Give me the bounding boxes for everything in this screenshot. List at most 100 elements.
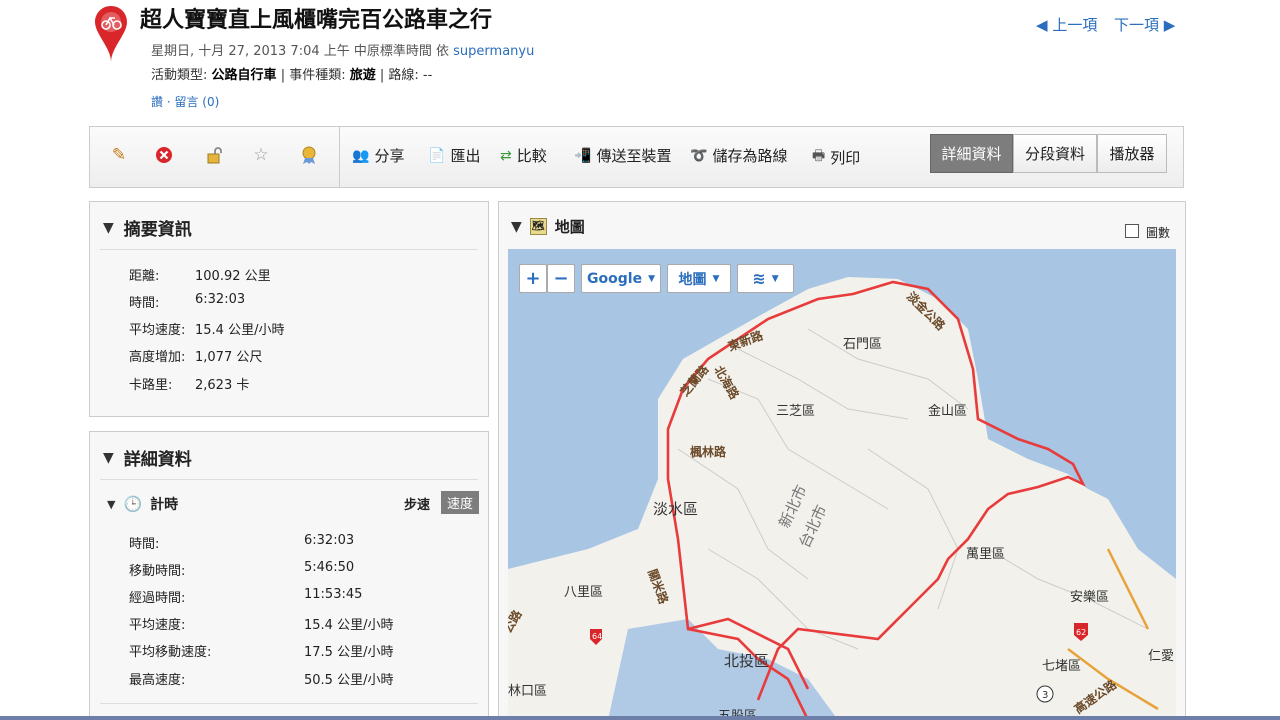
event-type-value[interactable]: 旅遊 [350, 68, 376, 83]
next-link[interactable]: 下一項 ▶ [1114, 14, 1175, 35]
collapse-triangle-icon: ▼ [107, 497, 116, 511]
social-links: 讚 · 留言 (0) [151, 95, 220, 109]
map-place: 仁愛 [1148, 649, 1174, 664]
details-row-value: 5:46:50 [304, 560, 355, 575]
comments-link[interactable]: 留言 (0) [174, 95, 219, 109]
details-divider [100, 479, 478, 480]
save-course-label: 儲存為路線 [712, 147, 788, 165]
delete-icon[interactable] [153, 144, 175, 166]
compare-label: 比較 [516, 147, 547, 165]
zoom-out-button[interactable]: − [547, 264, 575, 293]
compare-arrows-icon: ⇄ [500, 147, 512, 164]
speed-toggle[interactable]: 速度 [441, 491, 479, 514]
course-route-icon: ➰ [690, 147, 708, 164]
map-place: 金山區 [928, 403, 967, 419]
details-row-label: 平均移動速度: [129, 645, 212, 660]
summary-row-label: 距離: [129, 269, 160, 284]
activity-date: 星期日, 十月 27, 2013 7:04 上午 中原標準時間 依 superm… [151, 40, 534, 59]
edit-pencil-icon[interactable]: ✎ [108, 144, 130, 166]
summary-row-value: 15.4 公里/小時 [195, 323, 285, 338]
activity-type-value[interactable]: 公路自行車 [212, 68, 277, 83]
map-place: 北投區 [724, 652, 769, 670]
window-bottom-edge [0, 716, 1280, 720]
route-shield-number: 62 [1076, 628, 1086, 637]
printer-icon: 🖶 [812, 148, 826, 164]
print-label: 列印 [830, 148, 861, 167]
details-row-value: 15.4 公里/小時 [304, 618, 394, 633]
export-label: 匯出 [450, 147, 481, 165]
unlock-icon[interactable] [204, 144, 226, 166]
collapse-triangle-icon: ▼ [103, 449, 114, 466]
summary-header[interactable]: ▼ 摘要資訊 [103, 215, 192, 241]
route-shield-number: 64 [592, 632, 602, 641]
map-place: 八里區 [564, 585, 603, 600]
compare-button[interactable]: ⇄ 比較 [500, 145, 547, 166]
details-row-label: 平均速度: [129, 618, 186, 633]
like-link[interactable]: 讚 [151, 95, 163, 109]
print-button[interactable]: 🖶 列印 [812, 145, 860, 169]
map-place: 七堵區 [1042, 659, 1081, 674]
chevron-down-icon: ▼ [648, 273, 655, 284]
chevron-down-icon: ▼ [771, 273, 779, 284]
previous-link[interactable]: ◀ 上一項 [1036, 14, 1097, 35]
timing-section-header[interactable]: ▼ 🕒 計時 [107, 494, 178, 514]
details-title: 詳細資料 [123, 450, 192, 470]
activity-meta: 活動類型: 公路自行車 | 事件種類: 旅遊 | 路線: -- [151, 64, 432, 83]
collapse-triangle-icon: ▼ [103, 219, 114, 236]
chevron-down-icon: ▼ [712, 273, 720, 284]
toolbar-divider [339, 127, 340, 187]
summary-row-value: 1,077 公尺 [195, 350, 263, 365]
summary-row-value: 100.92 公里 [195, 269, 271, 284]
details-row-label: 經過時間: [129, 591, 186, 606]
route-map[interactable]: 石門區 三芝區 金山區 淡水區 萬里區 八里區 北投區 安樂區 七堵區 仁愛 林… [508, 249, 1176, 720]
summary-title: 摘要資訊 [123, 220, 192, 240]
map-title: 地圖 [554, 218, 585, 236]
details-row-value: 6:32:03 [304, 533, 355, 548]
summary-divider [100, 249, 478, 250]
badge-award-icon[interactable] [298, 144, 320, 166]
details-row-label: 最高速度: [129, 673, 186, 688]
details-row-value: 50.5 公里/小時 [304, 673, 394, 688]
author-link[interactable]: supermanyu [453, 44, 534, 59]
pace-toggle[interactable]: 步速 [404, 494, 430, 513]
tab-player[interactable]: 播放器 [1097, 134, 1167, 173]
route-shield-number: 3 [1042, 690, 1048, 701]
map-type-label: 地圖 [678, 271, 707, 288]
map-canvas: 石門區 三芝區 金山區 淡水區 萬里區 八里區 北投區 安樂區 七堵區 仁愛 林… [508, 249, 1176, 720]
activity-type-label: 活動類型: [151, 68, 208, 83]
send-to-device-button[interactable]: 📲 傳送至裝置 [574, 145, 671, 166]
details-bottom-divider [100, 703, 478, 704]
summary-row-label: 時間: [129, 296, 160, 311]
export-button[interactable]: 📄 匯出 [428, 145, 480, 166]
map-place: 淡水區 [653, 500, 698, 518]
details-header[interactable]: ▼ 詳細資料 [103, 445, 192, 471]
map-header[interactable]: ▼ 🗺 地圖 [511, 216, 585, 237]
map-layers-dropdown[interactable]: ≋ ▼ [737, 264, 794, 293]
map-place: 萬里區 [966, 547, 1005, 562]
tab-details[interactable]: 詳細資料 [930, 134, 1013, 173]
zoom-in-button[interactable]: + [519, 264, 547, 293]
save-as-course-button[interactable]: ➰ 儲存為路線 [690, 145, 787, 166]
map-place: 石門區 [843, 337, 882, 352]
chart-overlay-label: 圖數 [1146, 226, 1171, 240]
favorite-star-icon[interactable]: ☆ [250, 144, 272, 166]
chart-overlay-checkbox[interactable] [1125, 224, 1139, 238]
tab-laps[interactable]: 分段資料 [1013, 134, 1097, 173]
map-provider-label: Google [587, 270, 643, 287]
clock-icon: 🕒 [123, 495, 143, 513]
map-provider-dropdown[interactable]: Google ▼ [581, 264, 661, 293]
map-place: 安樂區 [1070, 589, 1109, 605]
share-label: 分享 [374, 147, 405, 165]
details-row-value: 17.5 公里/小時 [304, 645, 394, 660]
share-button[interactable]: 👥 分享 [352, 145, 404, 166]
collapse-triangle-icon: ▼ [511, 218, 522, 235]
map-type-dropdown[interactable]: 地圖 ▼ [667, 264, 731, 293]
summary-row-label: 卡路里: [129, 378, 173, 393]
timing-title: 計時 [150, 497, 179, 513]
layers-icon: ≋ [752, 269, 766, 288]
summary-row-label: 平均速度: [129, 323, 186, 338]
event-type-label: | 事件種類: [280, 68, 346, 83]
details-row-value: 11:53:45 [304, 587, 363, 602]
summary-row-value: 2,623 卡 [195, 378, 250, 393]
details-row-label: 時間: [129, 537, 160, 552]
